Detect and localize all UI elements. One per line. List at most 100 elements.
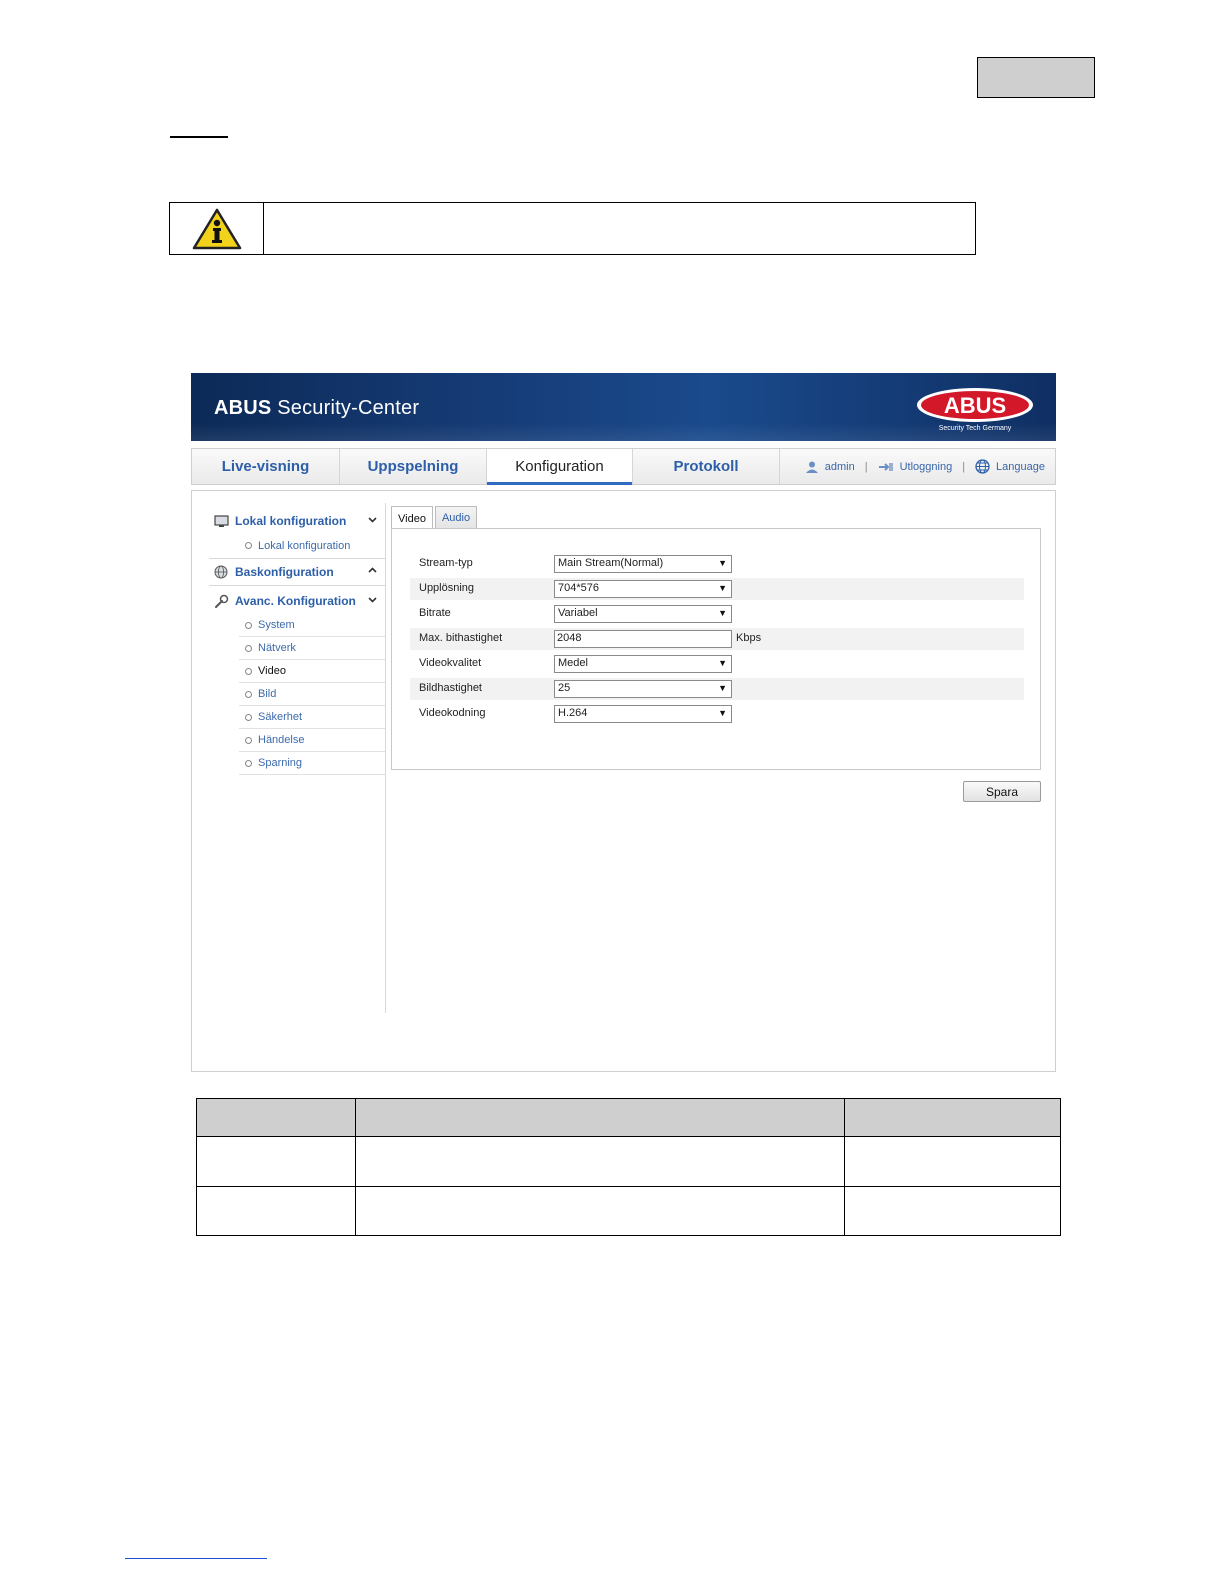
bullet-icon: [245, 759, 252, 767]
table-cell: [196, 1186, 356, 1236]
bullet-icon: [245, 713, 252, 721]
chevron-down-icon: [368, 517, 377, 523]
tab-log[interactable]: Protokoll: [633, 449, 780, 484]
sidebar-item-event[interactable]: Händelse: [239, 729, 385, 752]
save-button[interactable]: Spara: [963, 781, 1041, 802]
field-label: Bildhastighet: [419, 682, 482, 694]
user-icon: [805, 461, 818, 473]
tab-configuration[interactable]: Konfiguration: [487, 449, 633, 485]
max-bitrate-input[interactable]: 2048: [554, 630, 732, 648]
sidebar-item-label: Nätverk: [258, 642, 296, 654]
dropdown-arrow-icon: ▼: [718, 608, 727, 618]
sidebar-divider: [209, 585, 385, 586]
table-cell: [196, 1136, 356, 1187]
field-label: Upplösning: [419, 582, 475, 594]
bullet-icon: [245, 690, 252, 698]
frame-rate-select[interactable]: 25 ▼: [554, 680, 732, 698]
table-cell: [355, 1186, 845, 1236]
field-row-bitrate: Bitrate Variabel ▼: [410, 603, 1024, 625]
globe-gear-icon: [212, 565, 230, 579]
table-row: [196, 1136, 1061, 1187]
monitor-icon: [212, 514, 230, 528]
field-label: Stream-typ: [419, 557, 473, 569]
app-title: ABUS Security-Center: [214, 397, 420, 419]
sidebar-item-system[interactable]: System: [239, 614, 385, 637]
sidebar-item-local-config[interactable]: Lokal konfiguration: [239, 534, 385, 557]
separator: |: [864, 460, 868, 473]
video-encoding-select[interactable]: H.264 ▼: [554, 705, 732, 723]
table-cell: [844, 1186, 1061, 1236]
field-label: Max. bithastighet: [419, 632, 503, 644]
wrench-icon: [212, 594, 230, 609]
sidebar-item-storage[interactable]: Sparning: [239, 752, 385, 775]
sidebar-item-label: System: [258, 619, 295, 631]
subtab-bar: Video Audio: [391, 506, 478, 530]
username-label[interactable]: admin: [825, 461, 855, 473]
field-row-stream-type: Stream-typ Main Stream(Normal) ▼: [410, 553, 1024, 575]
chevron-up-icon: [368, 567, 377, 573]
table-header-row: [196, 1098, 1061, 1137]
parameter-table: [196, 1098, 1061, 1236]
sidebar-group-local-config[interactable]: Lokal konfiguration: [209, 508, 385, 534]
language-link[interactable]: Language: [996, 461, 1045, 473]
security-center-screenshot: ABUS Security-Center ABUS Security Tech …: [190, 373, 1056, 1073]
field-label: Videokvalitet: [419, 657, 482, 669]
sidebar-group-label: Avanc. Konfiguration: [235, 594, 356, 608]
app-banner: ABUS Security-Center ABUS Security Tech …: [191, 373, 1056, 441]
table-cell: [844, 1098, 1061, 1137]
dropdown-arrow-icon: ▼: [718, 583, 727, 593]
dropdown-arrow-icon: ▼: [718, 708, 727, 718]
table-row: [196, 1186, 1061, 1236]
sidebar-item-label: Sparning: [258, 757, 303, 769]
sidebar-item-label: Lokal konfiguration: [258, 539, 351, 552]
info-note-box: [169, 202, 976, 255]
sidebar-group-advanced-config[interactable]: Avanc. Konfiguration: [209, 588, 385, 614]
sidebar-group-label: Lokal konfiguration: [235, 514, 347, 528]
field-label: Bitrate: [419, 607, 451, 619]
dropdown-arrow-icon: ▼: [718, 683, 727, 693]
config-content: Lokal konfiguration Lokal konfiguration …: [191, 490, 1056, 1072]
info-note-icon-cell: [170, 203, 264, 254]
sidebar-item-label: Video: [258, 665, 286, 677]
video-settings-panel: Stream-typ Main Stream(Normal) ▼ Upplösni…: [391, 528, 1041, 770]
bitrate-select[interactable]: Variabel ▼: [554, 605, 732, 623]
separator: |: [962, 460, 966, 473]
logo-tagline: Security Tech Germany: [939, 425, 1012, 432]
subtab-audio[interactable]: Audio: [434, 506, 478, 529]
page-header-box: [977, 57, 1095, 98]
sidebar-item-label: Säkerhet: [258, 711, 303, 723]
sidebar: Lokal konfiguration Lokal konfiguration …: [206, 503, 386, 1013]
user-area: admin | Utloggning | Language: [805, 449, 1045, 484]
field-row-video-quality: Videokvalitet Medel ▼: [410, 653, 1024, 675]
tab-live-view[interactable]: Live-visning: [192, 449, 340, 484]
logout-icon: [878, 462, 893, 471]
bullet-icon: [245, 667, 252, 675]
sidebar-group-basic-config[interactable]: Baskonfiguration: [209, 559, 385, 585]
sidebar-item-video[interactable]: Video: [239, 660, 385, 683]
logo-text: ABUS: [944, 393, 1006, 418]
subtab-video[interactable]: Video: [391, 506, 433, 530]
bullet-icon: [245, 736, 252, 744]
table-cell: [844, 1136, 1061, 1187]
sidebar-group-label: Baskonfiguration: [235, 565, 334, 579]
globe-icon: [975, 459, 990, 474]
sidebar-item-security[interactable]: Säkerhet: [239, 706, 385, 729]
sidebar-item-label: Bild: [258, 688, 277, 700]
sidebar-item-image[interactable]: Bild: [239, 683, 385, 706]
field-label: Videokodning: [419, 707, 486, 719]
footer-link-underline: [125, 1558, 267, 1559]
bullet-icon: [245, 621, 252, 629]
table-cell: [355, 1098, 845, 1137]
video-quality-select[interactable]: Medel ▼: [554, 655, 732, 673]
stream-type-select[interactable]: Main Stream(Normal) ▼: [554, 555, 732, 573]
logout-link[interactable]: Utloggning: [900, 461, 953, 473]
field-row-frame-rate: Bildhastighet 25 ▼: [410, 678, 1024, 700]
top-navigation: Live-visning Uppspelning Konfiguration P…: [191, 448, 1056, 485]
resolution-select[interactable]: 704*576 ▼: [554, 580, 732, 598]
field-row-resolution: Upplösning 704*576 ▼: [410, 578, 1024, 600]
sidebar-item-network[interactable]: Nätverk: [239, 637, 385, 660]
dropdown-arrow-icon: ▼: [718, 558, 727, 568]
unit-label: Kbps: [736, 632, 762, 644]
bullet-icon: [245, 542, 252, 549]
tab-playback[interactable]: Uppspelning: [340, 449, 487, 484]
